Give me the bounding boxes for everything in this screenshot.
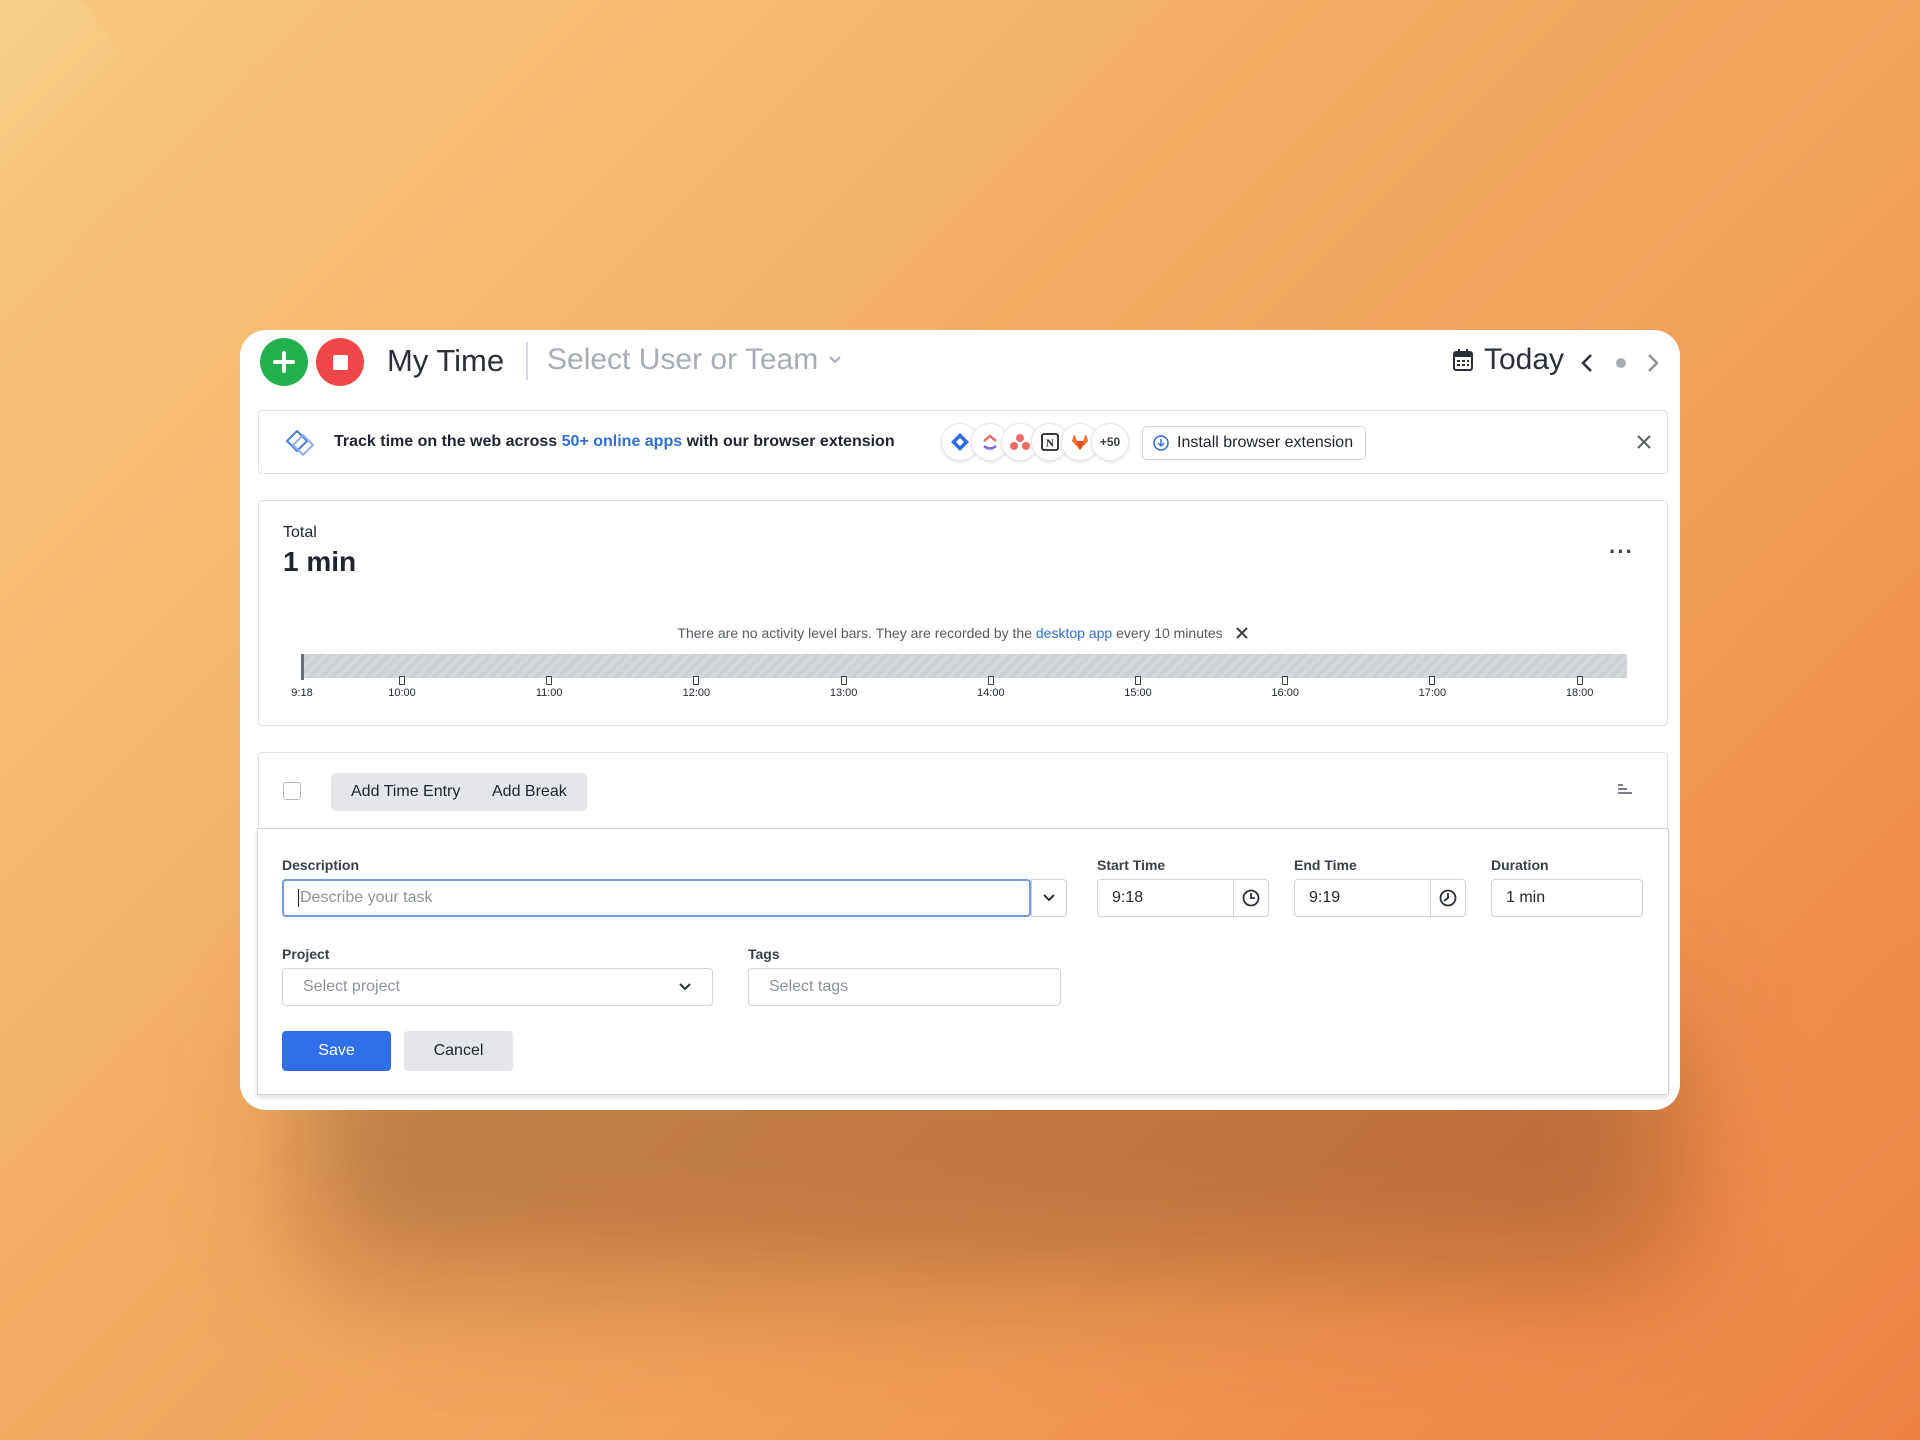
add-time-entry-button[interactable]: Add Time Entry xyxy=(331,773,481,811)
activity-timeline xyxy=(302,654,1627,678)
project-label: Project xyxy=(282,946,330,962)
timeline-tick-label: 9:18 xyxy=(291,687,313,699)
text-caret xyxy=(298,889,299,907)
total-value: 1 min xyxy=(283,546,357,577)
date-label: Today xyxy=(1484,343,1565,376)
download-icon xyxy=(1153,435,1169,451)
activity-note: There are no activity level bars. They a… xyxy=(259,624,1667,641)
today-dot[interactable] xyxy=(1616,358,1626,368)
online-apps-link[interactable]: 50+ online apps xyxy=(562,433,682,450)
cancel-button[interactable]: Cancel xyxy=(404,1031,513,1071)
description-label: Description xyxy=(282,857,360,873)
timeline-tick-label: 12:00 xyxy=(682,687,711,699)
save-button[interactable]: Save xyxy=(282,1031,391,1071)
timeline-tick xyxy=(1576,676,1583,685)
project-select[interactable]: Select project xyxy=(282,968,713,1006)
project-placeholder: Select project xyxy=(303,978,400,995)
activity-note-end: every 10 minutes xyxy=(1112,625,1223,641)
start-time-input[interactable]: 9:18 xyxy=(1097,879,1234,917)
timeline-tick-label: 16:00 xyxy=(1271,687,1299,699)
duration-label: Duration xyxy=(1491,857,1549,873)
timeline-tick xyxy=(399,676,405,685)
total-label: Total xyxy=(283,524,317,541)
timeline-tick xyxy=(1282,676,1289,685)
clock-icon xyxy=(1439,889,1457,907)
timeline-start-marker xyxy=(301,654,304,680)
end-time-label: End Time xyxy=(1294,857,1357,873)
add-break-button[interactable]: Add Break xyxy=(472,773,587,811)
desktop-app-link[interactable]: desktop app xyxy=(1036,625,1112,641)
activity-note-start: There are no activity level bars. They a… xyxy=(677,625,1036,641)
end-time-picker-button[interactable] xyxy=(1430,879,1466,917)
banner-text-start: Track time on the web across xyxy=(334,433,562,450)
user-team-select-label: Select User or Team xyxy=(547,343,819,376)
install-extension-button[interactable]: Install browser extension xyxy=(1142,426,1367,460)
timeline-tick-label: 18:00 xyxy=(1565,687,1594,699)
timeline-tick xyxy=(693,676,700,685)
banner-message: Track time on the web across 50+ online … xyxy=(334,433,895,451)
background-fold xyxy=(0,0,122,172)
description-placeholder: Describe your task xyxy=(300,889,433,906)
stop-icon xyxy=(332,354,348,370)
stop-timer-button[interactable] xyxy=(316,338,364,386)
header-divider xyxy=(526,342,528,380)
plus-icon-bar xyxy=(273,360,295,364)
page-title: My Time xyxy=(387,343,505,378)
more-options-icon[interactable]: ··· xyxy=(1609,539,1634,565)
close-note-icon[interactable] xyxy=(1235,626,1249,640)
timeline-tick-label: 11:00 xyxy=(535,687,563,699)
chevron-down-icon xyxy=(829,356,841,364)
tags-placeholder: Select tags xyxy=(769,978,849,995)
clock-icon xyxy=(1242,889,1260,907)
select-all-checkbox[interactable] xyxy=(283,782,301,800)
timeline-tick xyxy=(1429,676,1436,685)
extension-banner: Track time on the web across 50+ online … xyxy=(258,410,1668,474)
extension-logo-icon xyxy=(285,429,315,457)
duration-input[interactable]: 1 min xyxy=(1491,879,1643,917)
user-team-select[interactable]: Select User or Team xyxy=(547,343,842,377)
timeline-tick xyxy=(546,676,553,685)
start-time-picker-button[interactable] xyxy=(1233,879,1269,917)
timeline-tick xyxy=(840,676,847,685)
chevron-left-icon[interactable] xyxy=(1580,352,1594,374)
description-input[interactable]: Describe your task xyxy=(282,879,1031,917)
banner-text-end: with our browser extension xyxy=(682,433,895,450)
date-picker[interactable]: Today xyxy=(1452,343,1564,377)
calendar-icon xyxy=(1453,349,1473,371)
sort-icon[interactable] xyxy=(1617,783,1633,795)
timeline-tick-label: 10:00 xyxy=(388,687,416,699)
install-extension-label: Install browser extension xyxy=(1177,434,1354,451)
timeline-tick xyxy=(1135,676,1141,685)
more-apps-count: +50 xyxy=(1091,423,1129,461)
close-icon[interactable] xyxy=(1636,434,1652,450)
total-summary-card: Total 1 min ··· There are no activity le… xyxy=(258,500,1668,726)
chevron-right-icon[interactable] xyxy=(1646,352,1660,374)
tags-label: Tags xyxy=(748,946,780,962)
chevron-down-icon xyxy=(679,983,691,991)
app-window: My Time Select User or Team Today Track … xyxy=(240,330,1680,1110)
add-timer-button[interactable] xyxy=(260,338,308,386)
time-entry-form: Description Describe your task Start Tim… xyxy=(257,828,1669,1095)
timeline-tick-label: 13:00 xyxy=(829,687,858,699)
header: My Time Select User or Team Today xyxy=(240,330,1680,404)
end-time-input[interactable]: 9:19 xyxy=(1294,879,1431,917)
tags-select[interactable]: Select tags xyxy=(748,968,1061,1006)
timeline-tick-label: 17:00 xyxy=(1418,687,1447,699)
timeline-tick-label: 14:00 xyxy=(977,687,1005,699)
svg-text:N: N xyxy=(1046,438,1054,450)
chevron-down-icon xyxy=(1043,894,1055,902)
timeline-tick-label: 15:00 xyxy=(1124,687,1152,699)
entries-toolbar: Add Time Entry Add Break xyxy=(258,752,1668,828)
start-time-label: Start Time xyxy=(1097,857,1166,873)
timeline-tick xyxy=(987,676,994,685)
description-dropdown-button[interactable] xyxy=(1031,879,1067,917)
